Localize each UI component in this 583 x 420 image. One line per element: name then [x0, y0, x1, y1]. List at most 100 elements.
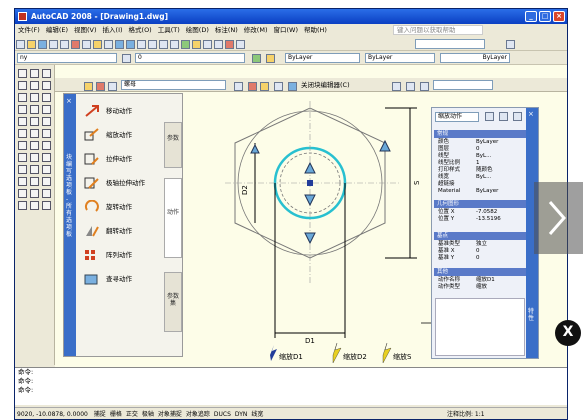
menu-modify[interactable]: 修改(M): [241, 24, 271, 37]
menu-window[interactable]: 窗口(W): [270, 24, 301, 37]
palette-item-polar-stretch-action[interactable]: 极轴拉伸动作: [84, 174, 145, 192]
close-window-button[interactable]: ×: [553, 11, 565, 22]
prop-row[interactable]: 线型比例 1: [438, 160, 526, 167]
print-icon[interactable]: [49, 40, 58, 49]
define-attribute-icon[interactable]: [274, 82, 283, 91]
cut-icon[interactable]: [71, 40, 80, 49]
region-tool-icon[interactable]: [42, 117, 51, 126]
visibility-states-icon[interactable]: [392, 82, 401, 91]
revision-cloud-tool-icon[interactable]: [30, 93, 39, 102]
properties-close-icon[interactable]: ×: [528, 110, 534, 118]
break-tool-icon[interactable]: [30, 177, 39, 186]
section-geometry[interactable]: 几何图形: [434, 200, 526, 208]
action-marker-scale-d1[interactable]: 缩放D1: [270, 345, 303, 361]
design-center-icon[interactable]: [192, 40, 201, 49]
gradient-tool-icon[interactable]: [18, 201, 27, 210]
point-tool-icon[interactable]: [18, 117, 27, 126]
array-tool-icon[interactable]: [18, 153, 27, 162]
action-marker-scale-s[interactable]: 缩放S: [382, 342, 412, 363]
toggle-osnap[interactable]: 对象捕捉: [156, 408, 184, 419]
parameter-icon[interactable]: [248, 82, 257, 91]
action-marker-scale-d2[interactable]: 缩放D2: [332, 342, 367, 363]
menu-file[interactable]: 文件(F): [15, 24, 43, 37]
toggle-ortho[interactable]: 正交: [124, 408, 140, 419]
toggle-lineweight[interactable]: 线宽: [249, 408, 265, 419]
trim-tool-icon[interactable]: [42, 165, 51, 174]
parameter-grips[interactable]: [250, 139, 391, 245]
workspace-dropdown[interactable]: ny: [17, 53, 117, 63]
toggle-otrack[interactable]: 对象追踪: [184, 408, 212, 419]
prop-row[interactable]: 打印样式 随颜色: [438, 167, 526, 174]
help-search-input[interactable]: 键入问题以获取帮助: [393, 25, 483, 35]
match-properties-icon[interactable]: [104, 40, 113, 49]
annotation-icon[interactable]: [506, 40, 515, 49]
table-tool-icon[interactable]: [18, 129, 27, 138]
minimize-button[interactable]: _: [525, 11, 537, 22]
prop-row[interactable]: 颜色 ByLayer: [438, 139, 526, 146]
ellipse-tool-icon[interactable]: [18, 105, 27, 114]
menu-format[interactable]: 格式(O): [126, 24, 155, 37]
menu-view[interactable]: 视图(V): [71, 24, 100, 37]
prop-row[interactable]: 位置 Y -13.5196: [438, 216, 526, 223]
extend-tool-icon[interactable]: [18, 177, 27, 186]
arc-tool-icon[interactable]: [42, 81, 51, 90]
prop-row[interactable]: 基准类型 独立: [438, 241, 526, 248]
prop-row[interactable]: 位置 X -7.0582: [438, 209, 526, 216]
overlay-close-button[interactable]: X: [555, 320, 581, 346]
palette-item-flip-action[interactable]: 翻转动作: [84, 222, 132, 240]
toggle-grid[interactable]: 栅格: [108, 408, 124, 419]
make-visible-icon[interactable]: [420, 82, 429, 91]
spline-tool-icon[interactable]: [42, 93, 51, 102]
section-general[interactable]: 常规: [434, 130, 526, 138]
palette-tab-parameters[interactable]: 参数: [164, 122, 182, 168]
action-icon[interactable]: [260, 82, 269, 91]
sheet-set-icon[interactable]: [214, 40, 223, 49]
section-misc[interactable]: 其他: [434, 268, 526, 276]
layer-previous-icon[interactable]: [266, 54, 275, 63]
zoom-previous-icon[interactable]: [170, 40, 179, 49]
preview-icon[interactable]: [60, 40, 69, 49]
circle-tool-icon[interactable]: [18, 93, 27, 102]
save-block-icon[interactable]: [96, 82, 105, 91]
palette-tab-actions[interactable]: 动作: [164, 178, 182, 258]
prop-row[interactable]: Material ByLayer: [438, 188, 526, 195]
command-prompt[interactable]: 命令:: [15, 386, 567, 395]
menu-edit[interactable]: 编辑(E): [43, 24, 71, 37]
color-dropdown[interactable]: ByLayer: [285, 53, 360, 63]
prop-row[interactable]: 线宽 ByL...: [438, 174, 526, 181]
section-base-point[interactable]: 基点: [434, 232, 526, 240]
prop-row[interactable]: 动作类型 缩放: [438, 284, 526, 291]
visibility-state-field[interactable]: [433, 80, 493, 90]
visibility-mode-icon[interactable]: [406, 82, 415, 91]
info-icon[interactable]: [288, 82, 297, 91]
polygon-tool-icon[interactable]: [18, 81, 27, 90]
zoom-realtime-icon[interactable]: [148, 40, 157, 49]
lineweight-dropdown[interactable]: ByLayer: [440, 53, 510, 63]
toggle-dyn[interactable]: DYN: [233, 408, 249, 419]
chamfer-tool-icon[interactable]: [18, 189, 27, 198]
toggle-polar[interactable]: 极轴: [140, 408, 156, 419]
prop-row[interactable]: 动作名称 缩放D1: [438, 277, 526, 284]
copy-tool-icon[interactable]: [18, 141, 27, 150]
text-tool-icon[interactable]: [42, 201, 51, 210]
command-window[interactable]: 命令: 命令: 命令:: [15, 367, 567, 405]
stretch-tool-icon[interactable]: [30, 165, 39, 174]
palette-item-stretch-action[interactable]: 拉伸动作: [84, 150, 132, 168]
prop-row[interactable]: 基准 X0: [438, 248, 526, 255]
properties-icon[interactable]: [181, 40, 190, 49]
undo-icon[interactable]: [115, 40, 124, 49]
layer-dropdown[interactable]: 0: [135, 53, 245, 63]
save-icon[interactable]: [38, 40, 47, 49]
prop-row[interactable]: 超链接: [438, 181, 526, 188]
open-icon[interactable]: [27, 40, 36, 49]
selection-dropdown[interactable]: 缩放动作: [435, 112, 479, 122]
paste-icon[interactable]: [93, 40, 102, 49]
zoom-window-icon[interactable]: [159, 40, 168, 49]
dimstyle-dropdown[interactable]: [415, 39, 485, 49]
construction-line-tool-icon[interactable]: [30, 69, 39, 78]
erase-tool-icon[interactable]: [42, 129, 51, 138]
palette-item-scale-action[interactable]: 缩放动作: [84, 126, 132, 144]
menu-help[interactable]: 帮助(H): [301, 24, 330, 37]
palette-close-icon[interactable]: ×: [66, 97, 72, 105]
move-tool-icon[interactable]: [30, 153, 39, 162]
